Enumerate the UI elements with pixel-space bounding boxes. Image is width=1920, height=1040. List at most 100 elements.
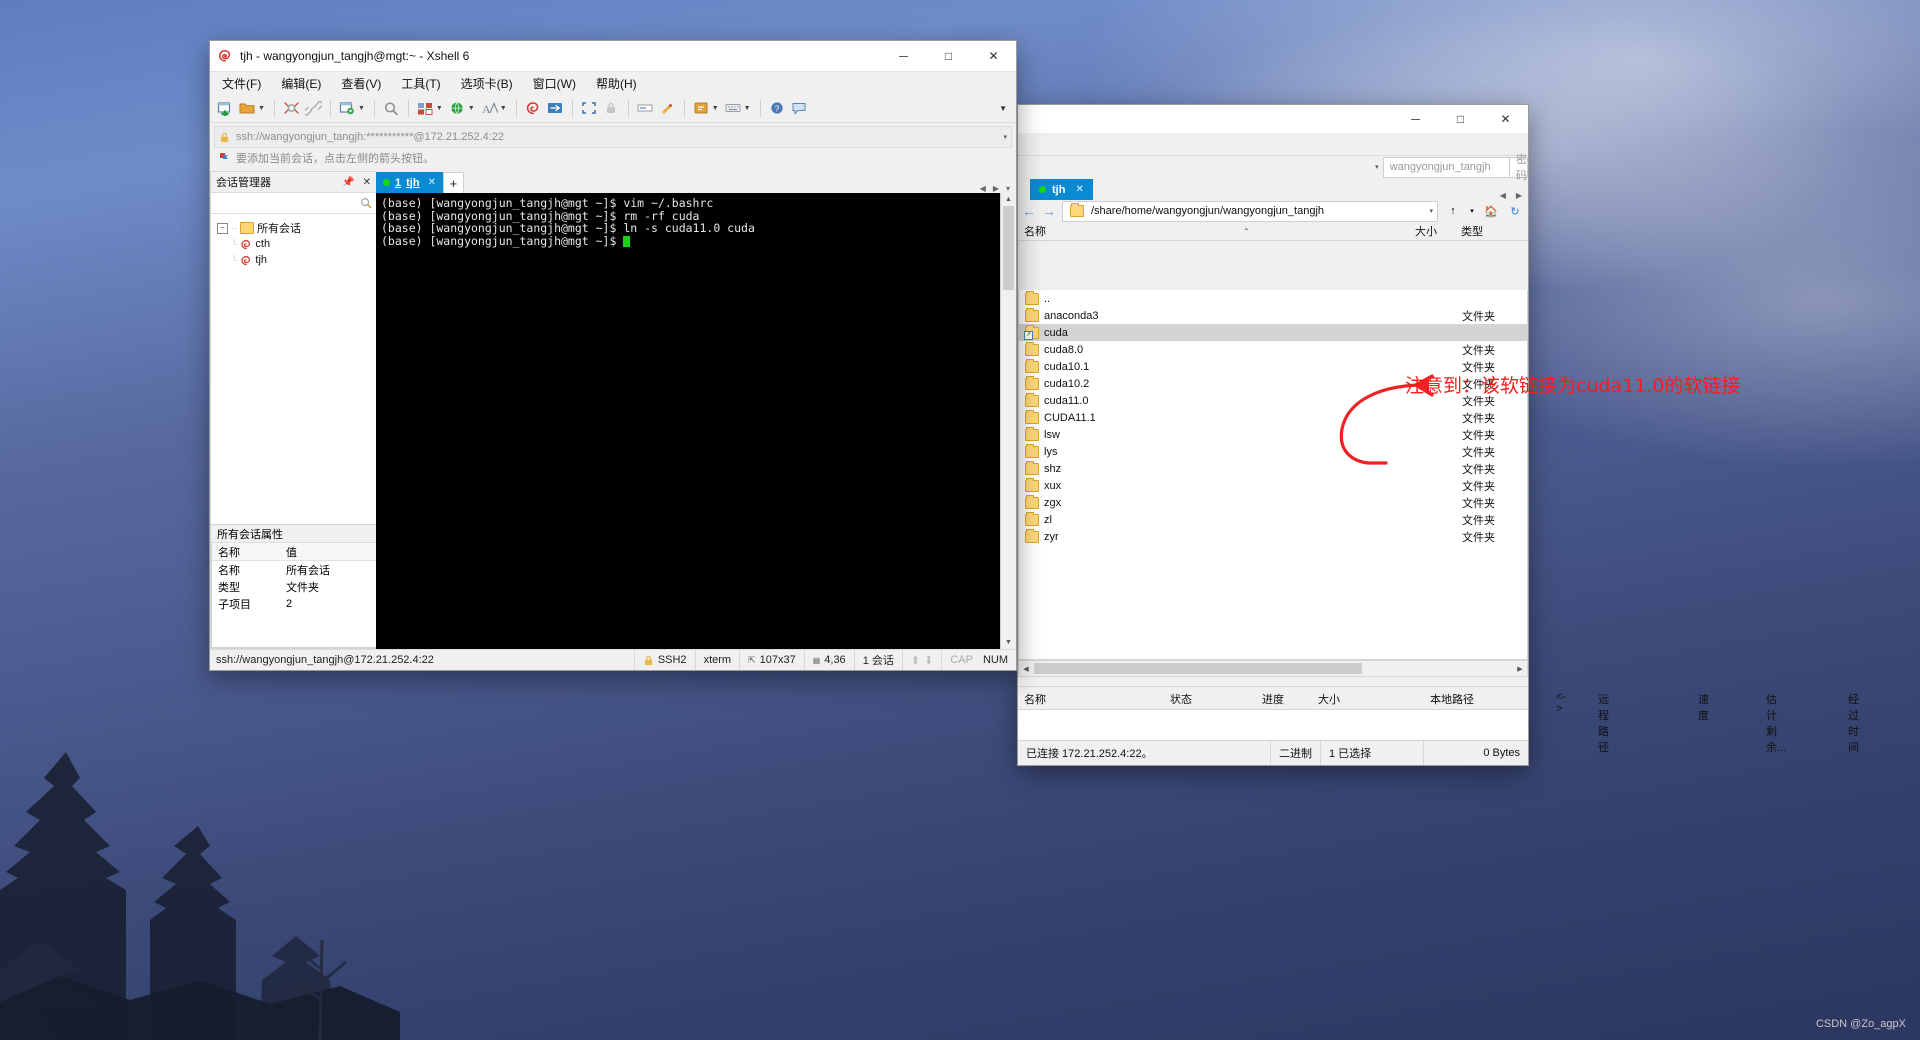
chevron-down-icon[interactable]: ▼ [500,105,507,112]
winscp-transfer-mode[interactable]: 二进制 [1270,741,1320,765]
winscp-file-list[interactable]: .. anaconda3 文件夹 ↗ cuda cuda8.0 文件夹 cuda10.1 文件夹… [1018,290,1528,660]
terminal-vertical-scrollbar[interactable]: ▲ ▼ [1000,193,1016,649]
xshell-tab-nav[interactable]: ◀ ▶ ▾ [980,184,1016,193]
chevron-down-icon[interactable]: ▼ [468,105,475,112]
winscp-minimize-button[interactable]: ─ [1393,104,1438,134]
session-manager-header-buttons[interactable]: 📌 ✕ [342,177,371,188]
file-row[interactable]: zyr 文件夹 [1019,528,1527,545]
refresh-icon[interactable]: ↻ [1506,202,1524,221]
scroll-right-icon[interactable]: ▶ [1513,662,1527,675]
xshell-tabstrip[interactable]: 1 tjh ✕ + ◀ ▶ ▾ [376,171,1016,193]
chevron-down-icon[interactable]: ▼ [258,105,265,112]
scrollbar-thumb[interactable] [1034,663,1362,674]
properties-col-name[interactable]: 名称 [212,544,286,560]
winscp-horizontal-scrollbar[interactable]: ◀ ▶ [1018,660,1528,677]
scroll-left-icon[interactable]: ◀ [1019,662,1033,675]
winscp-login-row[interactable]: ▾ wangyongjun_tangjh 密码 [1018,154,1528,182]
chevron-down-icon[interactable]: ▾ [1468,202,1476,221]
terminal-screen[interactable]: (base) [wangyongjun_tangjh@mgt ~]$ vim ~… [376,193,1016,649]
layout-icon[interactable] [416,99,435,118]
search-icon[interactable] [360,197,372,209]
find-icon[interactable] [382,99,401,118]
arrow-right-icon[interactable]: → [1042,204,1056,218]
scroll-down-icon[interactable]: ▼ [1001,636,1016,649]
xshell-window[interactable]: tjh - wangyongjun_tangjh@mgt:~ - Xshell … [210,41,1016,670]
xshell-close-button[interactable]: ✕ [971,41,1016,71]
arrow-left-icon[interactable]: ← [1022,204,1036,218]
file-row[interactable]: cuda8.0 文件夹 [1019,341,1527,358]
session-tree-item-tjh[interactable]: └ tjh [217,252,376,268]
terminal-output[interactable]: (base) [wangyongjun_tangjh@mgt ~]$ vim ~… [376,193,1000,649]
session-tree-item-cth[interactable]: └ cth [217,236,376,252]
close-icon[interactable]: ✕ [363,177,371,188]
xshell-tab-tjh[interactable]: 1 tjh ✕ [376,172,443,193]
winscp-host-combo[interactable]: ▾ [1218,157,1383,177]
new-session-icon[interactable] [216,99,235,118]
xfer-col-direction[interactable]: <-> [1556,691,1566,715]
xfer-col-status[interactable]: 状态 [1170,691,1192,707]
winscp-tab-tjh[interactable]: tjh ✕ [1030,179,1093,200]
chat-icon[interactable] [790,99,809,118]
fullscreen-icon[interactable] [580,99,599,118]
column-header-type[interactable]: 类型 [1461,223,1483,239]
xfer-col-name[interactable]: 名称 [1024,691,1046,707]
session-tree[interactable]: − ·· 所有会话 └ cth └ tjh [211,214,376,524]
xfer-col-speed[interactable]: 速度 [1698,691,1709,723]
chevron-down-icon[interactable]: ▼ [358,105,365,112]
session-manager-panel[interactable]: 会话管理器 📌 ✕ − ·· 所有会话 └ cth └ tjh 所有会话属性 名称值名称 所有… [210,171,376,649]
file-row[interactable]: lys 文件夹 [1019,443,1527,460]
menu-item-3[interactable]: 工具(T) [398,74,443,93]
winscp-transfer-list[interactable] [1018,710,1528,741]
menu-item-5[interactable]: 窗口(W) [530,74,579,93]
xfer-col-remaining[interactable]: 估计剩余... [1766,691,1786,755]
winscp-titlebar[interactable]: ─ □ ✕ [1018,105,1528,133]
home-folder-icon[interactable]: 🏠 [1482,202,1500,221]
pin-icon[interactable]: 📌 [342,177,354,188]
file-row[interactable]: shz 文件夹 [1019,460,1527,477]
xshell-minimize-button[interactable]: ─ [881,41,926,71]
chevron-down-icon[interactable]: ▼ [712,105,719,112]
tab-list-icon[interactable]: ▾ [1006,184,1010,193]
script-icon[interactable] [692,99,711,118]
scrollbar-thumb[interactable] [1003,206,1014,290]
winscp-transfer-columns-header[interactable]: 名称 状态 进度 大小 本地路径 <-> 远程路径 速度 估计剩余... 经过时… [1018,686,1859,754]
winscp-tabstrip[interactable]: tjh ✕ ◀ ▶ [1018,178,1528,200]
menu-item-0[interactable]: 文件(F) [219,74,264,93]
winscp-close-button[interactable]: ✕ [1483,104,1528,134]
chevron-down-icon[interactable]: ▾ [1429,207,1437,215]
keymap-icon[interactable] [724,99,743,118]
winscp-path-bar[interactable]: ← → /share/home/wangyongjun/wangyongjun_… [1018,200,1528,222]
winscp-username-field[interactable]: wangyongjun_tangjh [1382,156,1510,178]
file-row[interactable]: lsw 文件夹 [1019,426,1527,443]
tab-scroll-left-icon[interactable]: ◀ [980,184,986,193]
xshell-icon[interactable] [524,99,543,118]
xshell-menubar[interactable]: 文件(F) 编辑(E) 查看(V) 工具(T) 选项卡(B) 窗口(W) 帮助(H) [210,72,1016,94]
link-icon[interactable] [304,99,323,118]
session-properties-icon[interactable] [338,99,357,118]
tree-expander-icon[interactable]: − [217,222,228,234]
tab-scroll-right-icon[interactable]: ▶ [993,184,999,193]
xshell-titlebar[interactable]: tjh - wangyongjun_tangjh@mgt:~ - Xshell … [210,41,1016,72]
xshell-window-controls[interactable]: ─ □ ✕ [881,41,1016,71]
xshell-address-bar[interactable]: ssh://wangyongjun_tangjh:***********@172… [214,126,1012,148]
tab-scroll-right-icon[interactable]: ▶ [1516,191,1522,200]
session-search-box[interactable] [211,193,376,214]
xfer-col-size[interactable]: 大小 [1318,691,1340,707]
compose-bar-icon[interactable] [636,99,655,118]
help-icon[interactable]: ? [768,99,787,118]
disconnect-icon[interactable] [282,99,301,118]
winscp-tab-close-icon[interactable]: ✕ [1075,184,1083,195]
highlight-icon[interactable] [658,99,677,118]
new-tab-button[interactable]: + [442,172,464,193]
winscp-path-input[interactable]: /share/home/wangyongjun/wangyongjun_tang… [1062,200,1438,222]
xshell-toolbar[interactable]: ▼ ▼ ▼ ▼ A ▼ ▼ ▼ ? ▼ [210,94,1016,123]
column-header-name[interactable]: 名称 [1018,223,1046,239]
winscp-maximize-button[interactable]: □ [1438,104,1483,134]
tab-scroll-left-icon[interactable]: ◀ [1500,191,1506,200]
chevron-down-icon[interactable]: ▼ [436,105,443,112]
xshell-maximize-button[interactable]: □ [926,41,971,71]
file-row[interactable]: .. [1019,290,1527,307]
file-row[interactable]: zl 文件夹 [1019,511,1527,528]
xshell-tab-close-icon[interactable]: ✕ [428,177,436,188]
xfer-col-remotepath[interactable]: 远程路径 [1598,691,1609,755]
